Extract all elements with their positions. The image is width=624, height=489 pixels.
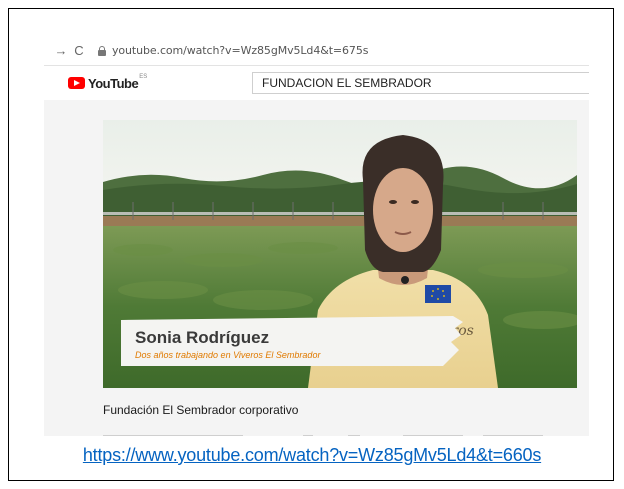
blurred-meta — [103, 435, 543, 436]
lower-third-overlay: Sonia Rodríguez Dos años trabajando en V… — [125, 325, 460, 365]
search-input[interactable]: FUNDACION EL SEMBRADOR — [252, 72, 589, 94]
address-bar: → C youtube.com/watch?v=Wz85gMv5Ld4&t=67… — [44, 36, 589, 66]
search-value: FUNDACION EL SEMBRADOR — [262, 76, 432, 90]
youtube-header: YouTube ES FUNDACION EL SEMBRADOR — [44, 66, 589, 100]
speaker-subtitle: Dos años trabajando en Viveros El Sembra… — [135, 350, 321, 360]
video-meta-row — [103, 426, 577, 436]
browser-window: → C youtube.com/watch?v=Wz85gMv5Ld4&t=67… — [44, 36, 589, 436]
country-code: ES — [139, 73, 148, 80]
youtube-play-icon — [68, 77, 85, 89]
youtube-wordmark: YouTube — [88, 75, 139, 91]
caption-url-link[interactable]: https://www.youtube.com/watch?v=Wz85gMv5… — [0, 445, 624, 466]
video-title[interactable]: Fundación El Sembrador corporativo — [103, 403, 298, 417]
lock-icon — [98, 45, 106, 56]
url-field[interactable]: youtube.com/watch?v=Wz85gMv5Ld4&t=675s — [112, 44, 368, 57]
forward-arrow-icon[interactable]: → — [52, 43, 70, 58]
speaker-name: Sonia Rodríguez — [135, 328, 270, 347]
reload-icon[interactable]: C — [70, 43, 88, 58]
youtube-logo[interactable]: YouTube ES — [68, 73, 148, 91]
video-player[interactable]: Viveros Sonia Rodríguez Dos años trabaja… — [103, 120, 577, 388]
